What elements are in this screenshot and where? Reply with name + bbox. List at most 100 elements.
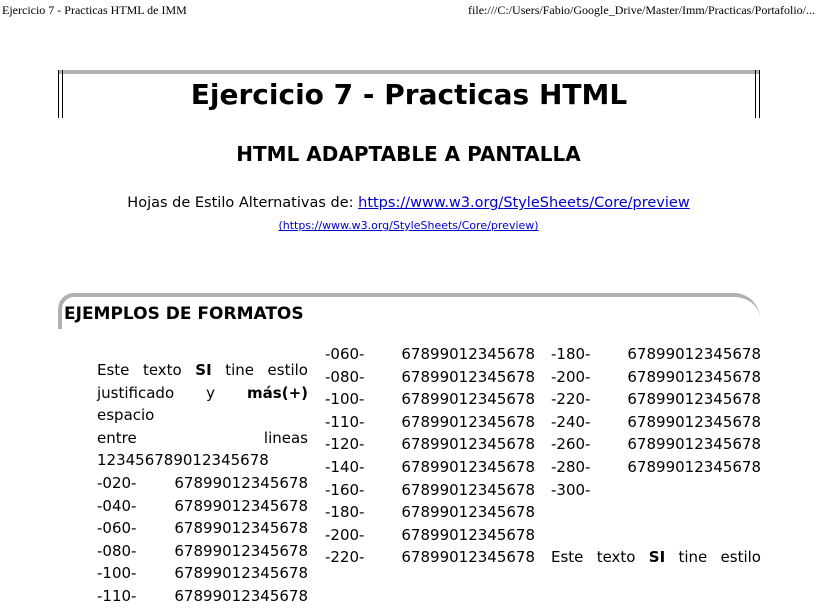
list-item: -200- 67899012345678 [551,366,761,389]
list-item: -040- 67899012345678 [97,495,308,518]
list-item: -060- 67899012345678 [325,343,535,366]
row-value: 67899012345678 [401,435,535,454]
row-key: -220- [325,548,365,567]
list-item: -160- 67899012345678 [325,479,535,502]
list-item: -220- 67899012345678 [325,546,535,569]
para-bold-mas: más(+) [247,383,308,402]
row-value: 67899012345678 [401,457,535,476]
list-item: -080- 67899012345678 [325,366,535,389]
page-title-header: Ejercicio 7 - Practicas HTML de IMM [2,3,187,17]
list-item: -100- 67899012345678 [97,562,308,585]
row-value: 67899012345678 [627,457,761,476]
row-value: 67899012345678 [627,435,761,454]
page-url-header: file:///C:/Users/Fabio/Google_Drive/Mast… [468,3,815,17]
row-key: -100- [325,390,365,409]
row-key: -200- [325,525,365,544]
row-value: 67899012345678 [401,503,535,522]
row-key: -180- [325,503,365,522]
alt-styles-url-line: (https://www.w3.org/StyleSheets/Core/pre… [0,218,817,234]
para-bold-si: SI [648,548,666,567]
justified-paragraph: Este texto SI tine estilo [97,359,308,382]
row-value: 67899012345678 [174,519,308,538]
row-key: -110- [325,412,365,431]
list-item: -300- [551,479,761,502]
row-value: 67899012345678 [401,548,535,567]
row-value: 67899012345678 [627,390,761,409]
text-column-1: Este texto SI tine estilo justificado y … [97,359,308,608]
list-item: -180- 67899012345678 [325,501,535,524]
document-title: Ejercicio 7 - Practicas HTML [190,78,628,111]
row-value: 67899012345678 [627,367,761,386]
para-text: Este texto [551,548,636,567]
alt-styles-link[interactable]: https://www.w3.org/StyleSheets/Core/prev… [358,195,690,211]
row-key: -060- [325,345,365,363]
row-key: -220- [551,390,591,409]
row-value: 67899012345678 [401,480,535,499]
list-item: -200- 67899012345678 [325,524,535,547]
row-value: 67899012345678 [401,390,535,409]
row-key: -040- [97,496,137,515]
para-text: Este texto [97,361,182,379]
print-header: Ejercicio 7 - Practicas HTML de IMM file… [0,0,817,20]
para-text: espacio [97,406,155,425]
row-value: 67899012345678 [174,473,308,492]
numeric-line: 123456789012345678 [97,451,269,470]
row-value: 67899012345678 [627,412,761,431]
para-bold-si: SI [195,361,212,379]
list-item: -220- 67899012345678 [551,388,761,411]
text-column-2: -060- 67899012345678 -080- 67899012345678 … [325,343,535,569]
para-text: tine estilo [678,548,761,567]
justified-paragraph-line: justificado y más(+) espacio [97,382,308,427]
row-key: -060- [97,519,137,538]
row-value: 67899012345678 [174,496,308,515]
list-item: -020- 67899012345678 [97,472,308,495]
justified-paragraph-line: entre lineas [97,427,308,450]
row-value: 67899012345678 [401,367,535,386]
row-value: 67899012345678 [627,345,761,363]
row-key: -110- [97,586,137,605]
text-column-3: -180- 67899012345678 -200- 67899012345678 … [551,343,761,569]
list-item: -240- 67899012345678 [551,411,761,434]
row-value: 67899012345678 [401,525,535,544]
row-value: 67899012345678 [401,412,535,431]
row-value: 67899012345678 [174,564,308,583]
list-item: -100- 67899012345678 [325,388,535,411]
row-key: -080- [325,367,365,386]
row-value: 67899012345678 [401,345,535,363]
row-key: -020- [97,473,137,492]
para-text: justificado y [97,383,216,402]
row-value: 67899012345678 [174,541,308,560]
alt-styles-label: Hojas de Estilo Alternativas de: [127,195,354,211]
row-key: -180- [551,345,591,363]
list-item: -140- 67899012345678 [325,456,535,479]
row-key: -240- [551,412,591,431]
row-value: 67899012345678 [174,586,308,605]
row-key: -260- [551,435,591,454]
section-heading: EJEMPLOS DE FORMATOS [64,304,304,324]
para-text: entre [97,428,137,447]
rows-col1: -020- 67899012345678 -040- 67899012345678 … [97,472,308,608]
title-box: Ejercicio 7 - Practicas HTML [58,70,760,118]
row-key: -100- [97,564,137,583]
row-key: -120- [325,435,365,454]
list-item: -260- 67899012345678 [551,433,761,456]
list-item: -120- 67899012345678 [325,433,535,456]
list-item: -180- 67899012345678 [551,343,761,366]
row-key: -140- [325,457,365,476]
row-key: -300- [551,480,591,499]
para-text: tine estilo [225,361,308,379]
list-item: -080- 67899012345678 [97,540,308,563]
alt-styles-line: Hojas de Estilo Alternativas de: https:/… [0,192,817,214]
para-text: lineas [263,428,308,447]
document-subtitle: HTML ADAPTABLE A PANTALLA [236,142,581,166]
justified-paragraph: Este texto SI tine estilo [551,546,761,569]
row-key: -080- [97,541,137,560]
alt-styles-url-link[interactable]: (https://www.w3.org/StyleSheets/Core/pre… [278,219,538,232]
row-key: -200- [551,367,591,386]
list-item: -110- 67899012345678 [97,585,308,608]
list-item: -060- 67899012345678 [97,517,308,540]
list-item: -280- 67899012345678 [551,456,761,479]
row-key: -280- [551,457,591,476]
